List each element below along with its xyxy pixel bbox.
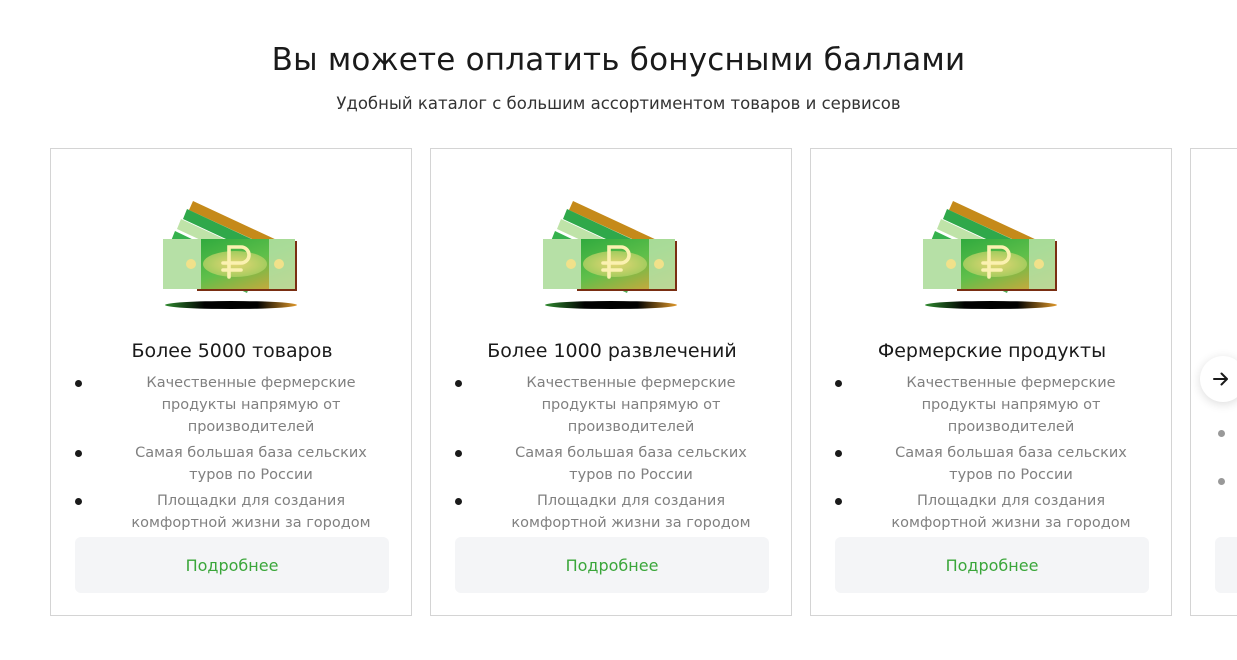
bullet-icon	[835, 450, 842, 457]
feature-item: Площадки для создания комфортной жизни з…	[75, 490, 389, 534]
arrow-right-icon	[1213, 372, 1228, 386]
feature-text: Самая большая база сельских туров по Рос…	[515, 445, 747, 483]
feature-item: Качественные фермерские продукты напряму…	[835, 372, 1149, 438]
bullet-icon	[455, 380, 462, 387]
feature-text: Качественные фермерские продукты напряму…	[146, 375, 356, 435]
bullet-icon	[1218, 478, 1225, 485]
feature-text: Качественные фермерские продукты напряму…	[526, 375, 736, 435]
card-goods: Более 5000 товаров Качественные фермерск…	[50, 148, 412, 616]
page-subtitle: Удобный каталог с большим ассортиментом …	[336, 94, 901, 113]
feature-item: Качественные фермерские продукты напряму…	[75, 372, 389, 438]
feature-item: Качественные фермерские продукты напряму…	[455, 372, 769, 438]
ruble-banknotes-icon	[161, 199, 299, 311]
card-title: Фермерские продукты	[877, 340, 1107, 362]
bullet-icon	[835, 498, 842, 505]
bullet-icon	[455, 450, 462, 457]
feature-list: Качественные фермерские продукты напряму…	[835, 372, 1149, 538]
feature-text: Площадки для создания комфортной жизни з…	[131, 493, 371, 531]
page-title: Вы можете оплатить бонусными баллами	[271, 42, 966, 78]
feature-text: Самая большая база сельских туров по Рос…	[895, 445, 1127, 483]
feature-item: Площадки для создания комфортной жизни з…	[835, 490, 1149, 534]
feature-item: Самая большая база сельских туров по Рос…	[75, 442, 389, 486]
feature-item: Самая большая база сельских туров по Рос…	[835, 442, 1149, 486]
more-button[interactable]: Подробнее	[455, 537, 769, 593]
more-button[interactable]	[1215, 537, 1237, 593]
bullet-icon	[1218, 430, 1225, 437]
bullet-icon	[455, 498, 462, 505]
ruble-banknotes-icon	[541, 199, 679, 311]
feature-list: Качественные фермерские продукты напряму…	[455, 372, 769, 538]
card-title: Более 1000 развлечений	[487, 340, 737, 362]
more-button[interactable]: Подробнее	[75, 537, 389, 593]
feature-text: Качественные фермерские продукты напряму…	[906, 375, 1116, 435]
bullet-icon	[835, 380, 842, 387]
feature-item: Площадки для создания комфортной жизни з…	[455, 490, 769, 534]
card-title: Более 5000 товаров	[131, 340, 333, 362]
bullet-icon	[75, 380, 82, 387]
feature-text: Площадки для создания комфортной жизни з…	[511, 493, 751, 531]
feature-text: Площадки для создания комфортной жизни з…	[891, 493, 1131, 531]
more-button[interactable]: Подробнее	[835, 537, 1149, 593]
ruble-banknotes-icon	[921, 199, 1059, 311]
card-farm-products: Фермерские продукты Качественные фермерс…	[810, 148, 1172, 616]
card-entertainment: Более 1000 развлечений Качественные ферм…	[430, 148, 792, 616]
feature-text: Самая большая база сельских туров по Рос…	[135, 445, 367, 483]
cards-carousel: Более 5000 товаров Качественные фермерск…	[0, 148, 1237, 618]
feature-list: Качественные фермерские продукты напряму…	[75, 372, 389, 538]
bullet-icon	[75, 450, 82, 457]
feature-item: Самая большая база сельских туров по Рос…	[455, 442, 769, 486]
bullet-icon	[75, 498, 82, 505]
